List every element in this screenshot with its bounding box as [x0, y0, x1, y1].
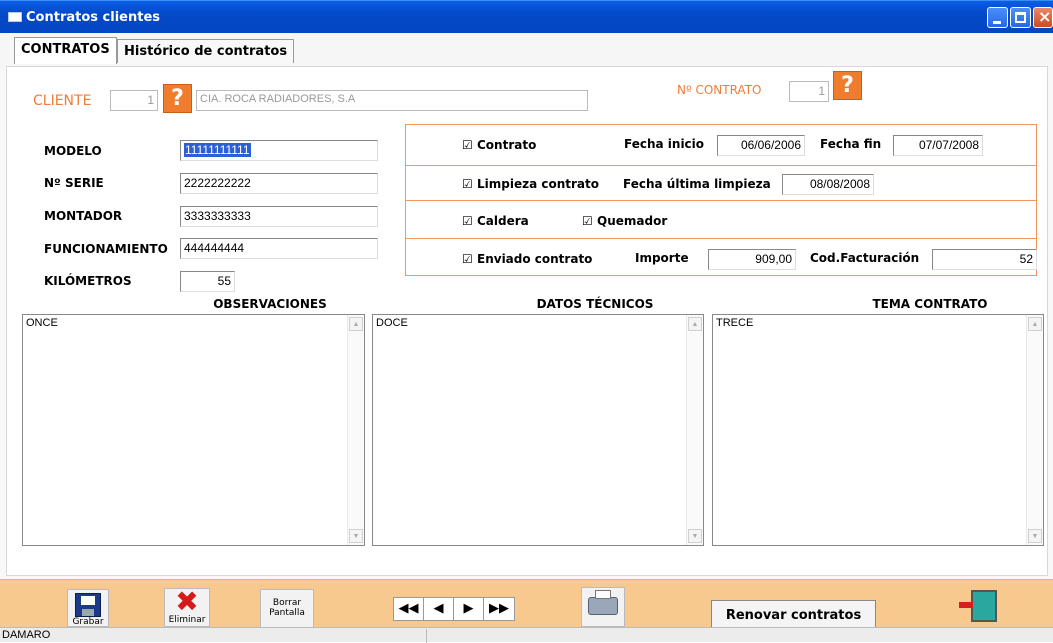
fecha-inicio-field[interactable]: 06/06/2006: [717, 135, 805, 156]
tema-contrato-header: TEMA CONTRATO: [872, 297, 988, 311]
scroll-up-icon[interactable]: ▲: [349, 317, 363, 331]
last-record-button[interactable]: ▶▶: [484, 598, 514, 620]
limpieza-box: ☑ Limpieza contrato Fecha última limpieza…: [405, 165, 1037, 201]
kilometros-field[interactable]: 55: [180, 271, 235, 292]
contrato-checkbox[interactable]: ☑ Contrato: [462, 138, 536, 152]
next-record-button[interactable]: ▶: [454, 598, 484, 620]
modelo-value: 11111111111: [184, 143, 251, 157]
window-title: Contratos clientes: [26, 10, 160, 25]
grabar-button[interactable]: Grabar: [67, 589, 109, 627]
exit-door-icon: [959, 590, 997, 622]
contrato-box: ☑ Contrato Fecha inicio 06/06/2006 Fecha …: [405, 124, 1037, 166]
codfact-field[interactable]: 52: [932, 249, 1037, 270]
pantalla-label: Pantalla: [269, 608, 305, 618]
caldera-checkbox-label: Caldera: [477, 214, 529, 228]
observaciones-textarea[interactable]: ONCE ▲ ▼: [22, 314, 365, 546]
modelo-field[interactable]: 11111111111: [180, 140, 378, 161]
exit-button[interactable]: [959, 588, 1007, 628]
cliente-id-field[interactable]: 1: [110, 90, 158, 111]
main-window: Contratos clientes × CONTRATOS Histórico…: [0, 0, 1053, 643]
observaciones-scrollbar[interactable]: ▲ ▼: [347, 315, 364, 545]
codfact-label: Cod.Facturación: [810, 251, 920, 265]
fecha-limpieza-field[interactable]: 08/08/2008: [782, 174, 874, 195]
cliente-help-button[interactable]: ?: [163, 84, 192, 113]
borrar-label: Borrar: [272, 598, 302, 608]
tema-contrato-text: TRECE: [716, 317, 754, 329]
kilometros-label: KILÓMETROS: [44, 274, 132, 288]
caldera-box: ☑ Caldera ☑ Quemador: [405, 200, 1037, 239]
printer-icon: [588, 590, 618, 615]
datos-tecnicos-scrollbar[interactable]: ▲ ▼: [686, 315, 703, 545]
funcionamiento-field[interactable]: 444444444: [180, 238, 378, 259]
cliente-name-field[interactable]: CIA. ROCA RADIADORES, S.A: [196, 90, 588, 111]
scroll-up-icon[interactable]: ▲: [688, 317, 702, 331]
previous-record-button[interactable]: ◀: [424, 598, 454, 620]
observaciones-text: ONCE: [26, 317, 58, 329]
quemador-check-mark: ☑: [582, 214, 593, 228]
enviado-box: ☑ Enviado contrato Importe 909,00 Cod.Fac…: [405, 238, 1037, 276]
montador-label: MONTADOR: [44, 209, 123, 223]
first-record-button[interactable]: ◀◀: [394, 598, 424, 620]
scroll-up-icon[interactable]: ▲: [1028, 317, 1042, 331]
serie-field[interactable]: 2222222222: [180, 173, 378, 194]
print-button[interactable]: [581, 587, 625, 627]
contrato-number-field[interactable]: 1: [789, 81, 829, 102]
grabar-label: Grabar: [72, 617, 104, 627]
quemador-checkbox-label: Quemador: [597, 214, 668, 228]
tema-contrato-textarea[interactable]: TRECE ▲ ▼: [712, 314, 1044, 546]
status-bar: DAMARO: [0, 627, 1053, 643]
datos-tecnicos-textarea[interactable]: DOCE ▲ ▼: [372, 314, 704, 546]
tab-historico[interactable]: Histórico de contratos: [117, 39, 295, 63]
modelo-label: MODELO: [44, 144, 102, 158]
scroll-down-icon[interactable]: ▼: [1028, 529, 1042, 543]
floppy-disk-icon: [75, 593, 101, 617]
close-button[interactable]: ×: [1033, 7, 1053, 28]
contrato-number-label: Nº CONTRATO: [677, 83, 762, 97]
fecha-fin-field[interactable]: 07/07/2008: [893, 135, 983, 156]
contrato-help-button[interactable]: ?: [833, 71, 862, 100]
tema-contrato-scrollbar[interactable]: ▲ ▼: [1026, 315, 1043, 545]
montador-field[interactable]: 3333333333: [180, 206, 378, 227]
cliente-label: CLIENTE: [33, 93, 92, 109]
observaciones-header: OBSERVACIONES: [213, 297, 327, 311]
minimize-button[interactable]: [987, 7, 1008, 28]
limpieza-check-mark: ☑: [462, 177, 473, 191]
navigation-buttons: ◀◀ ◀ ▶ ▶▶: [393, 597, 515, 621]
contrato-check-mark: ☑: [462, 138, 473, 152]
limpieza-checkbox[interactable]: ☑ Limpieza contrato: [462, 177, 599, 191]
datos-tecnicos-text: DOCE: [376, 317, 408, 329]
limpieza-checkbox-label: Limpieza contrato: [477, 177, 599, 191]
app-icon: [8, 12, 22, 22]
importe-label: Importe: [635, 251, 689, 265]
maximize-button[interactable]: [1010, 7, 1031, 28]
scroll-down-icon[interactable]: ▼: [349, 529, 363, 543]
bottom-toolbar: Grabar ✖ Eliminar Borrar Pantalla ◀◀ ◀ ▶…: [0, 579, 1053, 631]
caldera-check-mark: ☑: [462, 214, 473, 228]
tab-strip: CONTRATOS Histórico de contratos: [0, 33, 1053, 70]
delete-x-icon: ✖: [175, 585, 199, 618]
contrato-checkbox-label: Contrato: [477, 138, 537, 152]
tab-contratos[interactable]: CONTRATOS: [14, 37, 117, 64]
fecha-limpieza-label: Fecha última limpieza: [623, 177, 771, 191]
status-user: DAMARO: [2, 629, 427, 643]
enviado-checkbox[interactable]: ☑ Enviado contrato: [462, 252, 592, 266]
enviado-check-mark: ☑: [462, 252, 473, 266]
datos-tecnicos-header: DATOS TÉCNICOS: [536, 297, 654, 311]
funcionamiento-label: FUNCIONAMIENTO: [44, 242, 168, 256]
title-bar[interactable]: Contratos clientes ×: [0, 0, 1053, 33]
enviado-checkbox-label: Enviado contrato: [477, 252, 593, 266]
importe-field[interactable]: 909,00: [708, 249, 796, 270]
quemador-checkbox[interactable]: ☑ Quemador: [582, 214, 667, 228]
fecha-inicio-label: Fecha inicio: [624, 137, 705, 151]
serie-label: Nº SERIE: [44, 176, 104, 190]
caldera-checkbox[interactable]: ☑ Caldera: [462, 214, 529, 228]
eliminar-label: Eliminar: [168, 615, 206, 625]
eliminar-button[interactable]: ✖ Eliminar: [164, 588, 210, 627]
borrar-pantalla-button[interactable]: Borrar Pantalla: [260, 589, 314, 628]
fecha-fin-label: Fecha fin: [820, 137, 882, 151]
scroll-down-icon[interactable]: ▼: [688, 529, 702, 543]
